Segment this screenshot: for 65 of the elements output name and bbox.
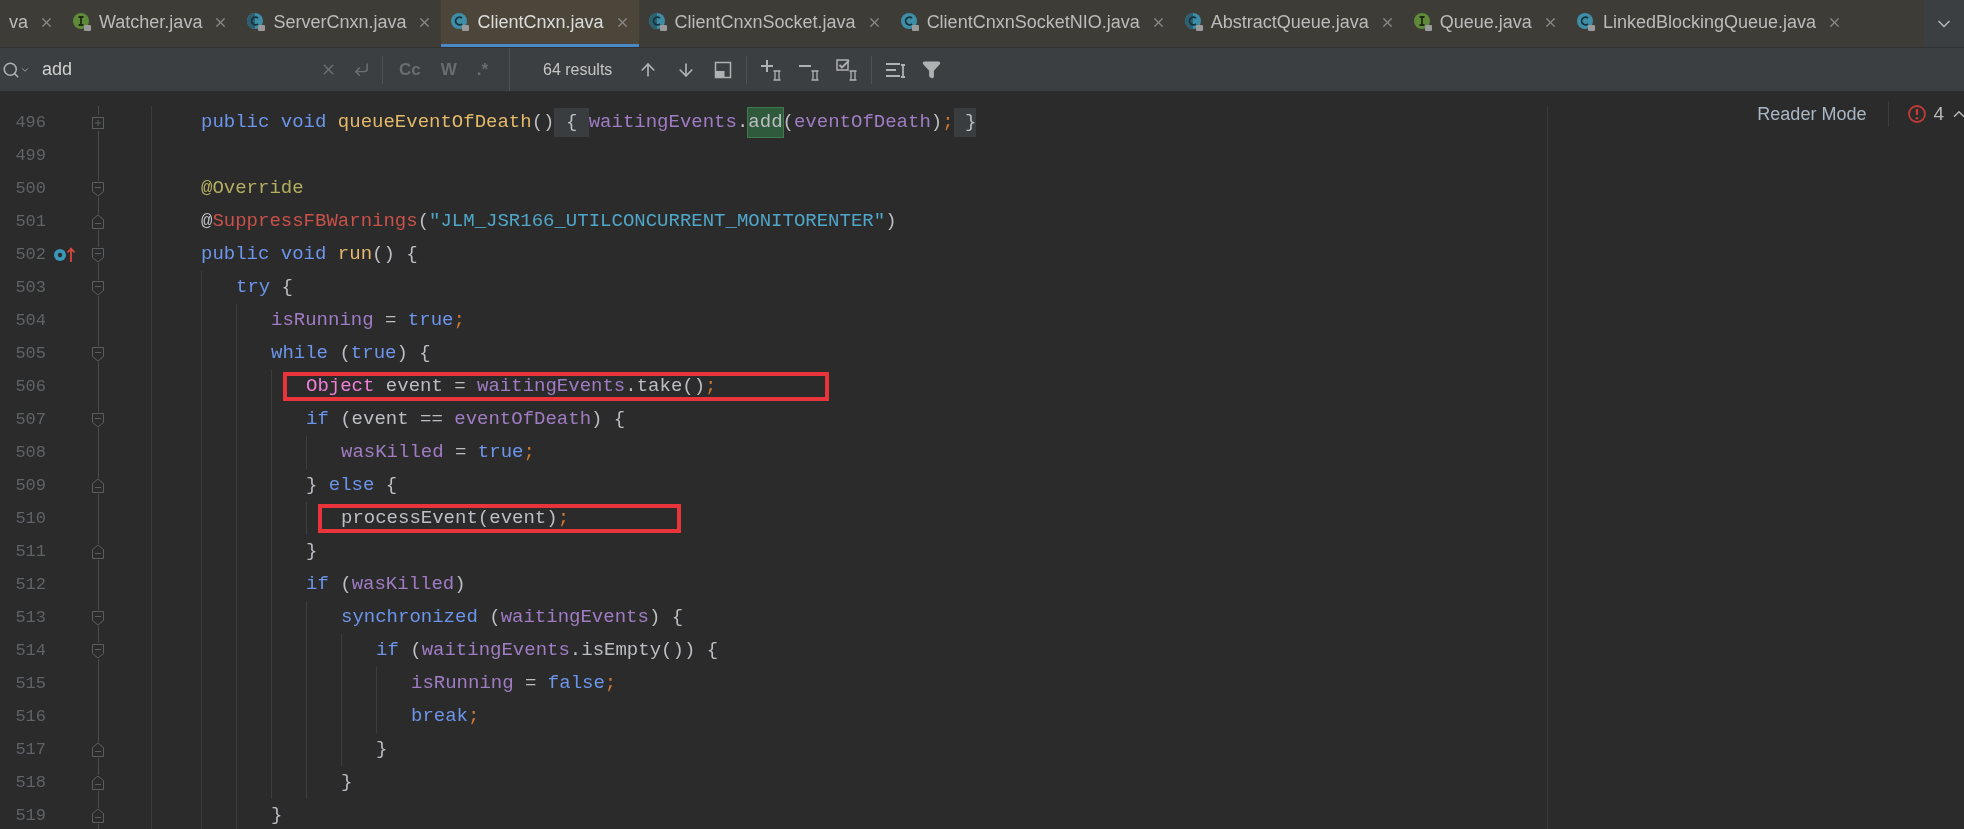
line-number: 501 xyxy=(14,210,46,233)
reader-mode-button[interactable]: Reader Mode xyxy=(1757,100,1867,128)
code-line: wasKilled = true; xyxy=(341,440,535,466)
line-number: 510 xyxy=(14,507,46,530)
code-line: break; xyxy=(411,704,480,730)
code-line: public void queueEventOfDeath() { waitingEvents.add(eventOfDeath); } xyxy=(201,106,977,139)
code-line: } xyxy=(341,770,353,796)
code-line: try { xyxy=(236,275,294,301)
results-count: 64 results xyxy=(543,59,613,80)
line-number: 500 xyxy=(14,177,46,200)
code-line: } xyxy=(271,803,283,829)
line-number: 506 xyxy=(14,375,46,398)
code-line: if (waitingEvents.isEmpty()) { xyxy=(376,638,719,664)
file-tab[interactable]: ServerCnxn.java xyxy=(237,0,442,47)
code-line: } xyxy=(376,737,388,763)
line-number: 515 xyxy=(14,672,46,695)
tab-label: LinkedBlockingQueue.java xyxy=(1602,10,1817,34)
file-tab[interactable]: ClientCnxnSocket.java xyxy=(638,0,891,47)
code-line: while (true) { xyxy=(271,341,431,367)
file-tab[interactable]: ClientCnxnSocketNIO.java xyxy=(890,0,1175,47)
line-number: 516 xyxy=(14,705,46,728)
line-number: 514 xyxy=(14,639,46,662)
line-number: 512 xyxy=(14,573,46,596)
line-number: 509 xyxy=(14,474,46,497)
line-number: 502 xyxy=(14,243,46,266)
code-line: processEvent(event); xyxy=(341,506,570,532)
file-tab[interactable]: Queue.java xyxy=(1403,0,1567,47)
tab-label: ClientCnxnSocketNIO.java xyxy=(926,10,1140,34)
code-line: } xyxy=(306,539,318,565)
tab-label: ClientCnxn.java xyxy=(477,10,604,34)
tab-label: ServerCnxn.java xyxy=(273,10,407,34)
code-line: isRunning = false; xyxy=(411,671,617,697)
tab-label: ClientCnxnSocket.java xyxy=(674,10,856,34)
code-line: isRunning = true; xyxy=(271,308,465,334)
tab-label: va xyxy=(9,10,28,34)
code-line: if (wasKilled) xyxy=(306,572,466,598)
line-number: 517 xyxy=(14,738,46,761)
line-number: 513 xyxy=(14,606,46,629)
line-number: 508 xyxy=(14,441,46,464)
line-number: 507 xyxy=(14,408,46,431)
file-tab[interactable]: Watcher.java xyxy=(63,0,238,47)
line-number: 496 xyxy=(14,111,46,134)
tab-label: AbstractQueue.java xyxy=(1210,10,1369,34)
line-number: 511 xyxy=(14,540,46,563)
file-tab[interactable]: va xyxy=(0,0,63,47)
tab-label: Queue.java xyxy=(1439,10,1532,34)
line-number: 503 xyxy=(14,276,46,299)
line-number: 499 xyxy=(14,144,46,167)
code-line: } else { xyxy=(306,473,398,499)
code-line: @Override xyxy=(201,176,304,202)
code-line: synchronized (waitingEvents) { xyxy=(341,605,684,631)
search-field[interactable]: add xyxy=(42,56,312,83)
line-number: 505 xyxy=(14,342,46,365)
line-number: 504 xyxy=(14,309,46,332)
code-line: @SuppressFBWarnings("JLM_JSR166_UTILCONCURRENT_MONITORENTER") xyxy=(201,209,897,235)
tab-label: Watcher.java xyxy=(99,10,203,34)
error-count: 4 xyxy=(1933,102,1944,126)
code-line: Object event = waitingEvents.take(); xyxy=(306,374,717,400)
code-line: if (event == eventOfDeath) { xyxy=(306,407,626,433)
line-number: 519 xyxy=(14,804,46,827)
file-tab[interactable]: ClientCnxn.java xyxy=(441,0,639,47)
file-tab[interactable]: AbstractQueue.java xyxy=(1174,0,1404,47)
code-line: public void run() { xyxy=(201,242,418,268)
file-tab[interactable]: LinkedBlockingQueue.java xyxy=(1566,0,1852,47)
line-number: 518 xyxy=(14,771,46,794)
